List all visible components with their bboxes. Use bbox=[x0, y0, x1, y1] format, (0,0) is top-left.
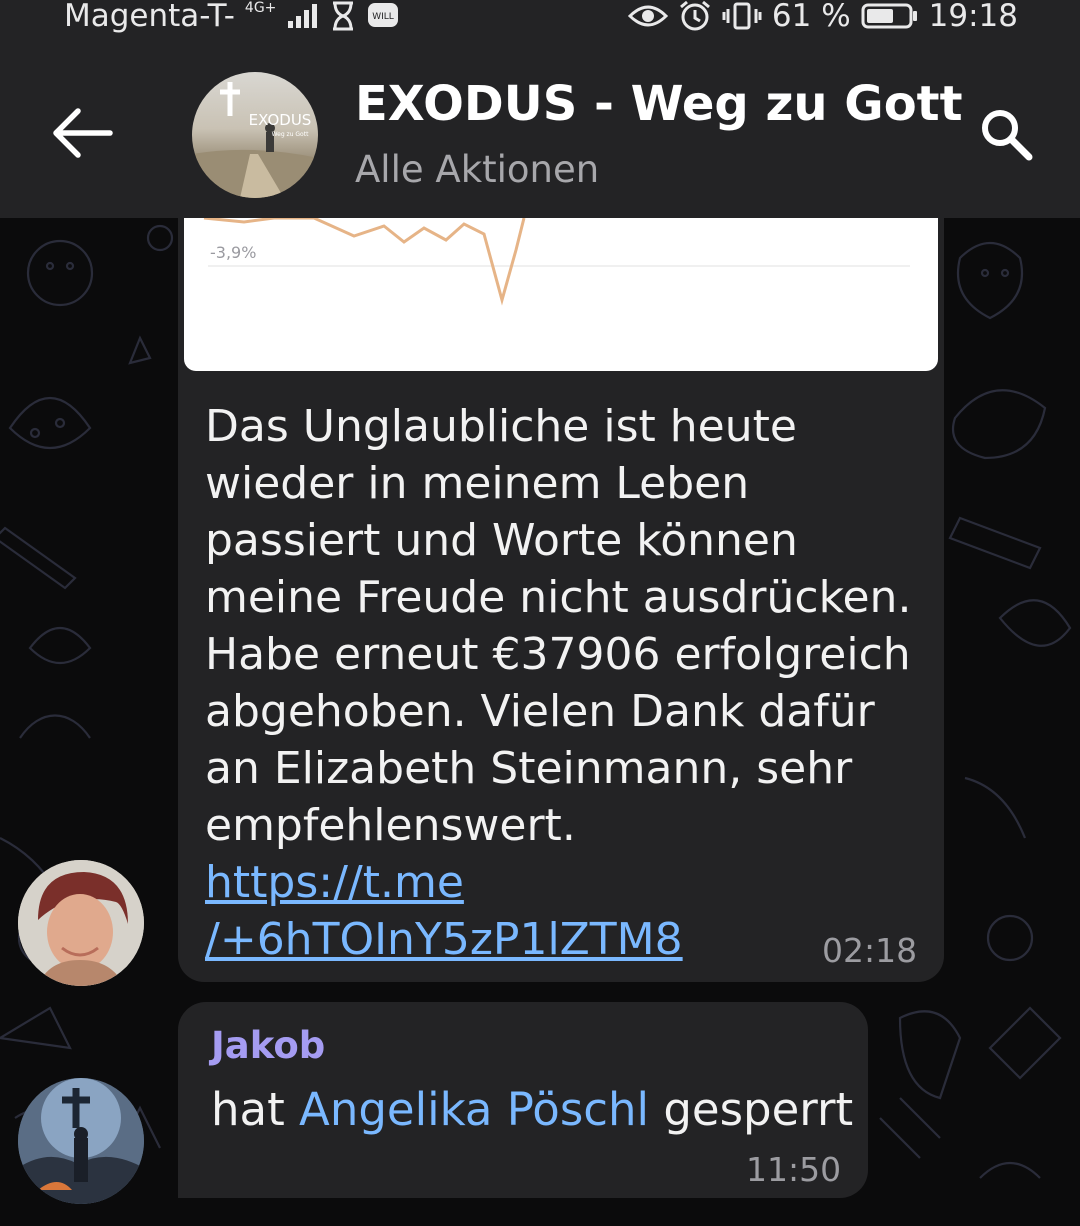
battery-icon bbox=[861, 3, 917, 29]
channel-title[interactable]: EXODUS - Weg zu Gott bbox=[355, 76, 963, 132]
sender-avatar[interactable] bbox=[18, 1078, 144, 1204]
chart-tick-label: -3,9% bbox=[210, 243, 257, 262]
channel-avatar[interactable]: EXODUS Weg zu Gott bbox=[192, 72, 318, 198]
message-text: Das Unglaubliche ist heute wieder in mei… bbox=[205, 401, 912, 851]
avatar-logo-subtext: Weg zu Gott bbox=[272, 131, 310, 138]
message-image-chart[interactable] bbox=[184, 218, 938, 371]
message-timestamp: 11:50 bbox=[746, 1150, 842, 1189]
user-mention[interactable]: Angelika Pöschl bbox=[299, 1083, 649, 1136]
channel-avatar-image: EXODUS Weg zu Gott bbox=[192, 82, 318, 198]
invite-link-line[interactable]: https://t.me bbox=[205, 854, 683, 911]
battery-percent: 61 % bbox=[771, 0, 851, 34]
chart-line-graphic bbox=[203, 218, 910, 306]
invite-link-line[interactable]: /+6hTOInY5zP1lZTM8 bbox=[205, 911, 683, 968]
service-text-suffix: gesperrt bbox=[649, 1083, 854, 1136]
sender-name[interactable]: Jakob bbox=[211, 1024, 325, 1067]
svg-text:WILL: WILL bbox=[373, 12, 395, 22]
status-bar: Magenta-T- 4G+ WILL 61 % 19:18 bbox=[0, 0, 1080, 44]
network-type: 4G+ bbox=[244, 0, 277, 16]
message-timestamp: 02:18 bbox=[822, 931, 918, 970]
channel-subtitle[interactable]: Alle Aktionen bbox=[355, 148, 599, 191]
service-text-prefix: hat bbox=[211, 1083, 300, 1136]
avatar-logo-text: EXODUS bbox=[249, 111, 312, 129]
clock: 19:18 bbox=[928, 0, 1018, 34]
chat-header: EXODUS Weg zu Gott EXODUS - Weg zu Gott … bbox=[0, 44, 1080, 218]
sender-avatar-image bbox=[18, 1078, 144, 1204]
sender-avatar-image bbox=[18, 860, 144, 986]
back-arrow-icon[interactable] bbox=[52, 106, 114, 160]
eye-icon bbox=[627, 5, 668, 27]
invite-link[interactable]: https://t.me /+6hTOInY5zP1lZTM8 bbox=[205, 854, 683, 968]
carrier-label: Magenta-T- bbox=[64, 0, 235, 34]
search-icon[interactable] bbox=[976, 104, 1036, 164]
app-notification-icon: WILL bbox=[368, 3, 399, 27]
vibrate-icon bbox=[722, 2, 762, 30]
hourglass-icon bbox=[333, 1, 354, 31]
alarm-icon bbox=[679, 0, 710, 31]
service-message-text: hat Angelika Pöschl gesperrt bbox=[211, 1083, 853, 1136]
sender-avatar[interactable] bbox=[18, 860, 144, 986]
signal-icon bbox=[288, 4, 318, 28]
